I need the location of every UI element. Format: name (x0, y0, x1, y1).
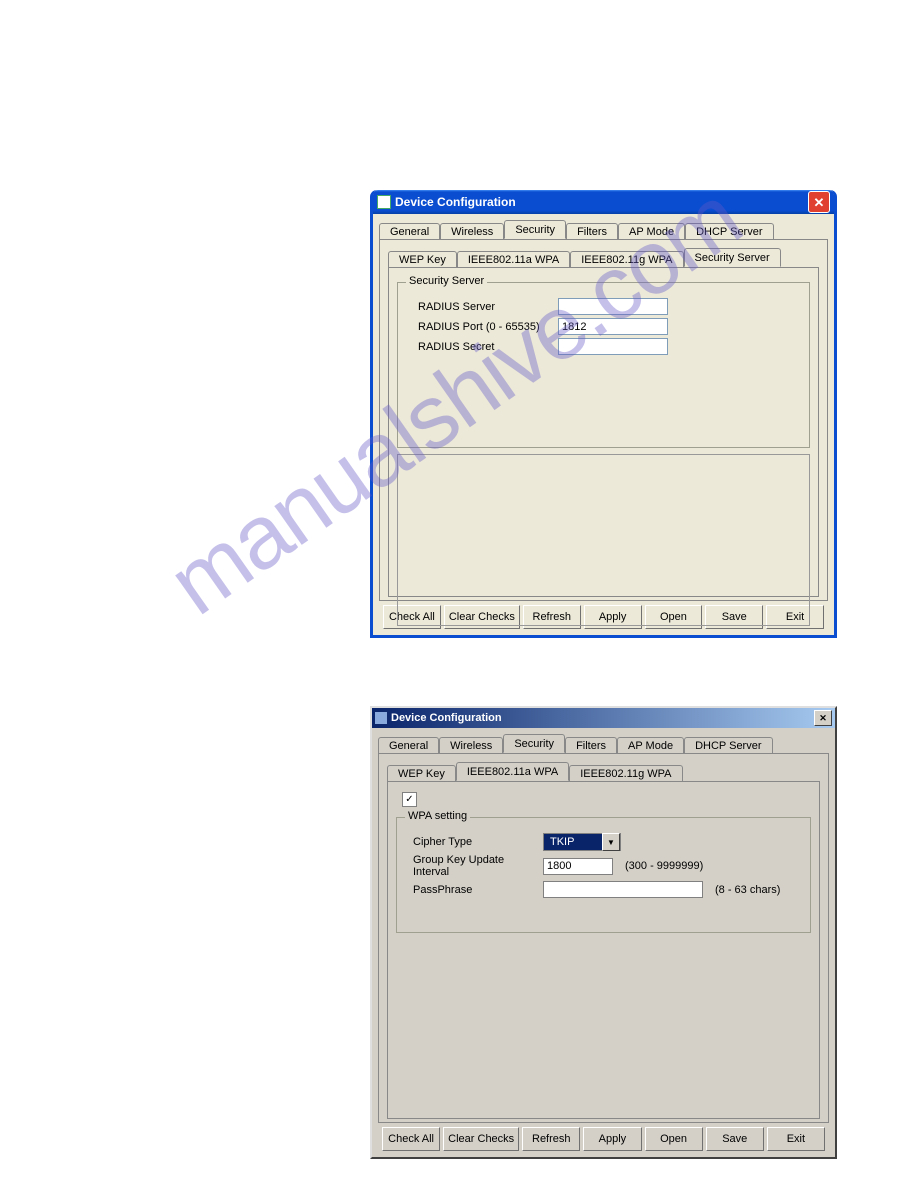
gkui-input[interactable] (543, 858, 613, 875)
passphrase-input[interactable] (543, 881, 703, 898)
passphrase-hint: (8 - 63 chars) (715, 884, 780, 896)
subtab-80211a-wpa[interactable]: IEEE802.11a WPA (456, 762, 569, 781)
window-title: Device Configuration (391, 712, 502, 724)
cipher-type-select[interactable]: TKIP ▼ (543, 833, 621, 851)
subtab-wep-key[interactable]: WEP Key (387, 765, 456, 782)
button-bar: Check All Clear Checks Refresh Apply Ope… (378, 1123, 829, 1153)
close-button[interactable]: ✕ (808, 191, 830, 213)
subtab-80211g-wpa[interactable]: IEEE802.11g WPA (569, 765, 682, 782)
title-bar: Device Configuration ✕ (372, 708, 835, 728)
radius-server-label: RADIUS Server (410, 301, 558, 313)
close-button[interactable]: ✕ (814, 710, 832, 726)
device-config-window-2: Device Configuration ✕ General Wireless … (370, 706, 837, 1159)
gkui-hint: (300 - 9999999) (625, 860, 703, 872)
groupbox-title: Security Server (406, 275, 487, 287)
subtab-80211a-wpa[interactable]: IEEE802.11a WPA (457, 251, 570, 268)
tab-security[interactable]: Security (504, 220, 566, 239)
tab-security[interactable]: Security (503, 734, 565, 753)
main-tab-row: General Wireless Security Filters AP Mod… (378, 732, 829, 753)
check-all-button[interactable]: Check All (382, 1127, 440, 1151)
save-button[interactable]: Save (706, 1127, 764, 1151)
app-icon (375, 712, 387, 724)
subtab-80211g-wpa[interactable]: IEEE802.11g WPA (570, 251, 683, 268)
cipher-type-value: TKIP (544, 836, 602, 848)
window-title: Device Configuration (395, 195, 516, 209)
wpa-enable-checkbox[interactable]: ✓ (402, 792, 417, 807)
open-button[interactable]: Open (645, 1127, 703, 1151)
tab-wireless[interactable]: Wireless (439, 737, 503, 754)
radius-secret-input[interactable] (558, 338, 668, 355)
exit-button[interactable]: Exit (767, 1127, 825, 1151)
radius-port-input[interactable] (558, 318, 668, 335)
tab-filters[interactable]: Filters (565, 737, 617, 754)
tab-ap-mode[interactable]: AP Mode (618, 223, 685, 240)
empty-lower-panel (397, 454, 810, 626)
tab-dhcp-server[interactable]: DHCP Server (685, 223, 773, 240)
refresh-button[interactable]: Refresh (522, 1127, 580, 1151)
cipher-type-label: Cipher Type (409, 836, 543, 848)
tab-ap-mode[interactable]: AP Mode (617, 737, 684, 754)
sub-tab-row: WEP Key IEEE802.11a WPA IEEE802.11g WPA (387, 760, 820, 781)
apply-button[interactable]: Apply (583, 1127, 641, 1151)
passphrase-label: PassPhrase (409, 884, 543, 896)
radius-port-label: RADIUS Port (0 - 65535) (410, 321, 558, 333)
subtab-security-server[interactable]: Security Server (684, 248, 781, 267)
clear-checks-button[interactable]: Clear Checks (443, 1127, 519, 1151)
subtab-wep-key[interactable]: WEP Key (388, 251, 457, 268)
groupbox-title: WPA setting (405, 810, 470, 822)
radius-secret-label: RADIUS Secret (410, 341, 558, 353)
tab-dhcp-server[interactable]: DHCP Server (684, 737, 772, 754)
tab-filters[interactable]: Filters (566, 223, 618, 240)
sub-tab-row: WEP Key IEEE802.11a WPA IEEE802.11g WPA … (388, 246, 819, 267)
main-tab-row: General Wireless Security Filters AP Mod… (379, 218, 828, 239)
tab-general[interactable]: General (378, 737, 439, 754)
tab-wireless[interactable]: Wireless (440, 223, 504, 240)
radius-server-input[interactable] (558, 298, 668, 315)
app-icon (377, 195, 391, 209)
device-config-window-1: Device Configuration ✕ General Wireless … (370, 190, 837, 638)
gkui-label: Group Key Update Interval (409, 854, 543, 878)
title-bar: Device Configuration ✕ (373, 190, 834, 214)
dropdown-arrow-icon[interactable]: ▼ (602, 833, 620, 851)
tab-general[interactable]: General (379, 223, 440, 240)
